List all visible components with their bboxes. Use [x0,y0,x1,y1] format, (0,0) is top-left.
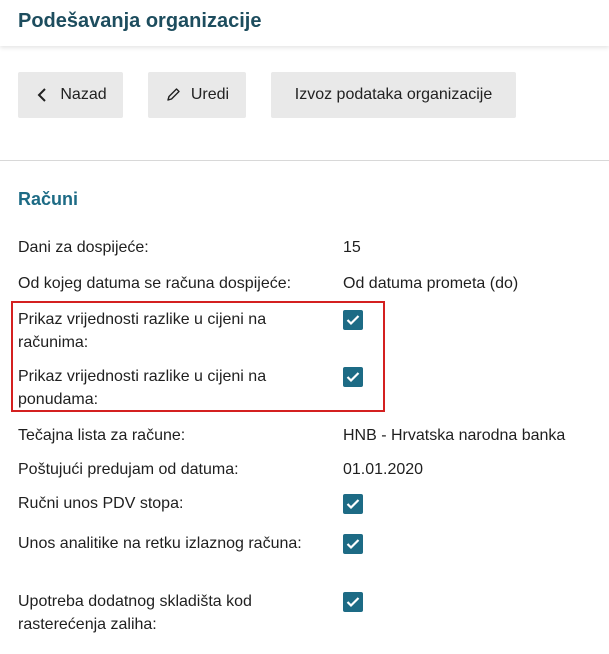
setting-label: Poštujući predujam od datuma: [18,461,239,478]
highlight-box [11,301,385,412]
setting-value: Od datuma prometa (do) [343,275,519,292]
toolbar: Nazad Uredi Izvoz podataka organizacije [0,72,609,118]
setting-label: Dani za dospijeće: [18,239,149,256]
setting-label: Od kojeg datuma se računa dospijeće: [18,275,292,292]
top-bar: Podešavanja organizacije [0,0,609,46]
export-organization-data-button[interactable]: Izvoz podataka organizacije [271,72,516,118]
divider [0,160,609,161]
check-icon [346,539,360,550]
setting-checkbox[interactable] [343,534,363,554]
setting-value: 15 [343,239,361,256]
setting-label: Unos analitike na retku izlaznog računa: [18,535,302,552]
chevron-left-icon [34,87,50,103]
section-title: Računi [18,189,79,209]
setting-label: Tečajna lista za račune: [18,427,186,444]
setting-label: Ručni unos PDV stopa: [18,495,184,512]
edit-button-label: Uredi [190,86,230,103]
pencil-icon [165,87,181,103]
setting-value: 01.01.2020 [343,461,424,478]
back-button[interactable]: Nazad [18,72,123,118]
setting-label: Upotreba dodatnog skladišta kod rastereć… [18,593,252,633]
setting-checkbox[interactable] [343,494,363,514]
setting-value: HNB - Hrvatska narodna banka [343,427,566,444]
check-icon [346,597,360,608]
setting-checkbox[interactable] [343,592,363,612]
page-title: Podešavanja organizacije [18,10,262,32]
edit-button[interactable]: Uredi [148,72,246,118]
check-icon [346,499,360,510]
back-button-label: Nazad [60,86,107,103]
export-button-label: Izvoz podataka organizacije [294,86,493,103]
